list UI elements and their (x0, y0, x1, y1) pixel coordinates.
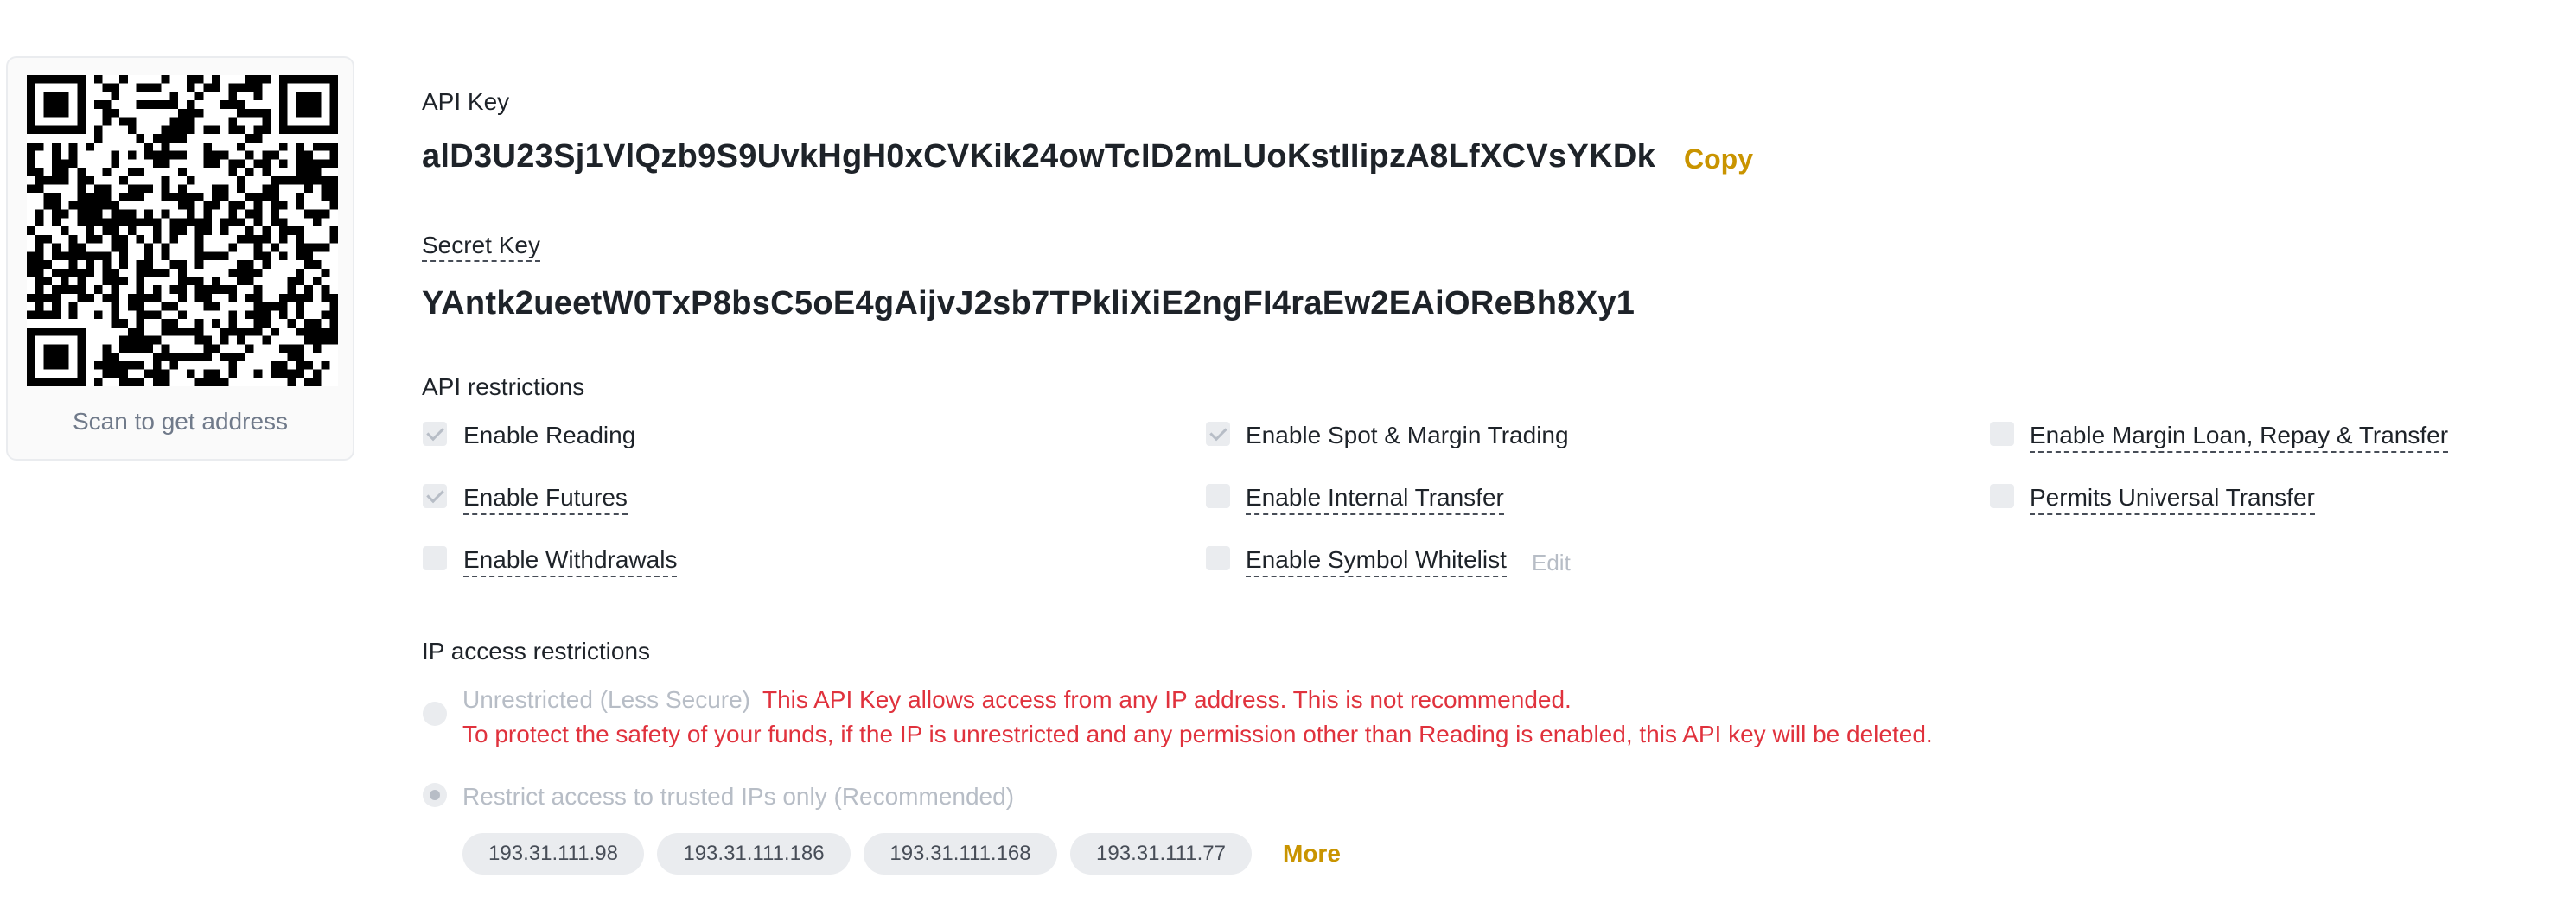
checkbox-label-enable-symbol-whitelist[interactable]: Enable Symbol Whitelist (1246, 546, 1507, 577)
checkbox-enable-futures[interactable] (423, 484, 447, 508)
checkbox-label-enable-withdrawals[interactable]: Enable Withdrawals (463, 546, 678, 577)
qr-code-image (27, 75, 338, 386)
ip-restrictions-heading: IP access restrictions (422, 638, 651, 665)
copy-api-key-button[interactable]: Copy (1684, 143, 1753, 175)
unrestricted-warning-line-1: This API Key allows access from any IP a… (762, 686, 1572, 713)
edit-symbol-whitelist-button[interactable]: Edit (1532, 550, 1571, 576)
qr-card: Scan to get address (6, 56, 354, 461)
checkbox-label-enable-reading: Enable Reading (463, 422, 636, 448)
ip-chip[interactable]: 193.31.111.77 (1070, 833, 1252, 875)
checkbox-enable-spot-margin-trading[interactable] (1206, 422, 1230, 446)
secret-key-label[interactable]: Secret Key (422, 232, 540, 262)
more-ips-button[interactable]: More (1283, 840, 1341, 868)
radio-unrestricted[interactable] (423, 702, 447, 726)
api-key-value[interactable]: alD3U23Sj1VlQzb9S9UvkHgH0xCVKik24owTcID2… (422, 138, 1655, 175)
radio-label-unrestricted: Unrestricted (Less Secure) (462, 686, 751, 713)
api-restrictions-heading: API restrictions (422, 373, 585, 400)
checkbox-enable-reading[interactable] (423, 422, 447, 446)
api-key-label: API Key (422, 88, 510, 115)
unrestricted-warning-line-2: To protect the safety of your funds, if … (462, 721, 1933, 747)
ip-chip[interactable]: 193.31.111.168 (864, 833, 1057, 875)
ip-chip[interactable]: 193.31.111.186 (657, 833, 851, 875)
checkbox-enable-symbol-whitelist[interactable] (1206, 546, 1230, 570)
checkbox-enable-withdrawals[interactable] (423, 546, 447, 570)
radio-label-restricted: Restrict access to trusted IPs only (Rec… (462, 783, 1015, 810)
checkbox-enable-internal-transfer[interactable] (1206, 484, 1230, 508)
ip-chip[interactable]: 193.31.111.98 (462, 833, 644, 875)
radio-restricted[interactable] (423, 783, 447, 807)
qr-caption: Scan to get address (72, 408, 289, 435)
checkbox-label-enable-futures[interactable]: Enable Futures (463, 484, 628, 515)
checkbox-label-permits-universal-transfer[interactable]: Permits Universal Transfer (2030, 484, 2315, 515)
checkbox-label-enable-internal-transfer[interactable]: Enable Internal Transfer (1246, 484, 1504, 515)
checkbox-permits-universal-transfer[interactable] (1990, 484, 2014, 508)
checkbox-label-enable-margin-loan[interactable]: Enable Margin Loan, Repay & Transfer (2030, 422, 2449, 453)
checkbox-label-enable-spot-margin-trading: Enable Spot & Margin Trading (1246, 422, 1569, 448)
secret-key-value[interactable]: YAntk2ueetW0TxP8bsC5oE4gAijvJ2sb7TPkliXi… (422, 285, 1635, 322)
checkbox-enable-margin-loan[interactable] (1990, 422, 2014, 446)
